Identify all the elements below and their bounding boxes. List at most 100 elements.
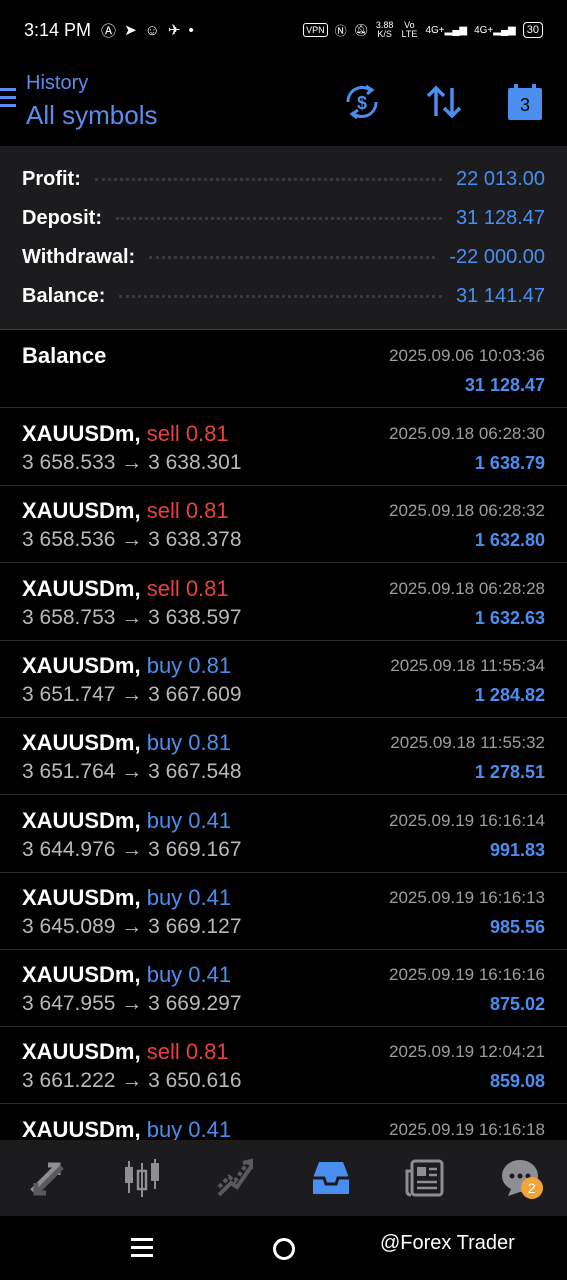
deal-row[interactable]: XAUUSDm, buy 0.41 3 645.089 → 3 669.127 20… bbox=[0, 872, 567, 950]
currency-filter-button[interactable]: $ bbox=[340, 80, 384, 124]
deal-profit: 991.83 bbox=[489, 839, 545, 860]
trade-icon bbox=[217, 1158, 254, 1197]
deal-symbol: XAUUSDm, buy 0.41 bbox=[22, 1117, 231, 1143]
mute-icon: 🔕︎ bbox=[353, 23, 369, 37]
deal-row[interactable]: XAUUSDm, sell 0.81 3 658.533 → 3 638.301 2… bbox=[0, 409, 567, 486]
deal-type: sell 0.81 bbox=[146, 421, 229, 446]
chart-icon bbox=[124, 1159, 159, 1197]
notification-icons: Ⓐ ➤ ☺ ✈ • bbox=[101, 20, 194, 41]
deal-symbol: XAUUSDm, buy 0.41 bbox=[22, 962, 231, 988]
net-type-2: 4G+ bbox=[474, 24, 494, 36]
signal-icon-1: 4G+▂▄▆ bbox=[425, 24, 468, 36]
deal-type: buy 0.41 bbox=[146, 807, 232, 833]
nfc-icon: Ⓝ bbox=[334, 23, 347, 38]
status-time: 3:14 PM bbox=[24, 19, 92, 40]
menu-icon[interactable] bbox=[0, 88, 16, 110]
deal-type: buy 0.81 bbox=[146, 730, 232, 756]
volte-icon: Vo LTE bbox=[401, 20, 418, 39]
svg-text:$: $ bbox=[357, 93, 367, 113]
header: History All symbols $ 3 bbox=[0, 60, 567, 146]
deal-symbol: XAUUSDm, buy 0.41 bbox=[22, 885, 231, 911]
deal-profit: 1 632.63 bbox=[474, 607, 545, 628]
dotted-leader bbox=[119, 294, 443, 298]
deal-time: 2025.09.18 06:28:32 bbox=[389, 501, 545, 521]
deal-prices: 3 658.533 → 3 638.301 bbox=[22, 451, 242, 474]
deal-profit: 1 632.80 bbox=[474, 530, 545, 551]
symbol-name: XAUUSDm, bbox=[22, 730, 141, 756]
tab-chart[interactable] bbox=[117, 1153, 167, 1203]
deal-profit: 859.08 bbox=[489, 1071, 545, 1092]
telegram-icon: ➤ bbox=[124, 22, 137, 39]
summary-value: -22 000.00 bbox=[449, 245, 545, 268]
dotted-leader bbox=[116, 216, 443, 220]
summary-deposit-row: Deposit: 31 128.47 bbox=[22, 203, 545, 233]
deal-row[interactable]: XAUUSDm, sell 0.81 3 658.753 → 3 638.597 2… bbox=[0, 563, 567, 641]
symbol-name: XAUUSDm, bbox=[22, 498, 141, 524]
deal-time: 2025.09.19 16:16:18 bbox=[389, 1119, 545, 1139]
tab-news[interactable] bbox=[400, 1153, 450, 1203]
recents-button[interactable] bbox=[131, 1238, 153, 1262]
symbol-name: XAUUSDm, bbox=[22, 575, 141, 601]
tab-quotes[interactable] bbox=[22, 1153, 72, 1203]
deal-time: 2025.09.18 06:28:30 bbox=[389, 424, 545, 443]
summary-panel: Profit: 22 013.00 Deposit: 31 128.47 Wit… bbox=[0, 146, 567, 330]
calendar-button[interactable]: 3 bbox=[503, 80, 547, 124]
deal-time: 2025.09.18 06:28:28 bbox=[389, 578, 545, 598]
deal-prices: 3 647.955 → 3 669.297 bbox=[22, 992, 242, 1016]
watermark: @Forex Trader bbox=[380, 1232, 515, 1254]
summary-withdrawal-row: Withdrawal: -22 000.00 bbox=[22, 242, 545, 272]
vpn-icon: VPN bbox=[303, 23, 328, 37]
net-speed-unit: K/S bbox=[377, 29, 392, 39]
deal-prices: 3 651.764 → 3 667.548 bbox=[22, 760, 242, 784]
deal-symbol: XAUUSDm, sell 0.81 bbox=[22, 1039, 229, 1065]
signal-icon-2: 4G+▂▄▆ bbox=[474, 24, 516, 36]
sort-button[interactable] bbox=[422, 80, 466, 124]
symbol-name: XAUUSDm, bbox=[22, 884, 141, 910]
deal-type: buy 0.41 bbox=[146, 962, 232, 988]
deal-row[interactable]: XAUUSDm, buy 0.81 3 651.747 → 3 667.609 20… bbox=[0, 640, 567, 718]
calendar-day: 3 bbox=[519, 95, 530, 115]
deal-time: 2025.09.18 11:55:34 bbox=[390, 655, 545, 675]
home-button[interactable] bbox=[273, 1238, 295, 1260]
tab-history[interactable] bbox=[306, 1153, 356, 1203]
deal-profit: 1 278.51 bbox=[474, 762, 545, 783]
operation-label: Balance bbox=[22, 343, 107, 368]
deal-type: buy 0.81 bbox=[146, 652, 232, 678]
deal-row[interactable]: XAUUSDm, buy 0.81 3 651.764 → 3 667.548 20… bbox=[0, 718, 567, 796]
summary-label: Balance: bbox=[22, 284, 106, 307]
summary-label: Deposit: bbox=[22, 206, 102, 229]
deal-type: buy 0.41 bbox=[146, 884, 232, 910]
deal-time: 2025.09.19 16:16:13 bbox=[389, 887, 545, 907]
deal-time: 2025.09.19 16:16:16 bbox=[389, 965, 545, 985]
deal-symbol: XAUUSDm, sell 0.81 bbox=[22, 498, 229, 524]
deal-row[interactable]: XAUUSDm, sell 0.81 3 661.222 → 3 650.616 2… bbox=[0, 1027, 567, 1105]
news-icon bbox=[405, 1159, 444, 1197]
sort-arrows-icon bbox=[426, 85, 462, 119]
deal-type: sell 0.81 bbox=[146, 575, 229, 601]
symbol-filter[interactable]: All symbols bbox=[26, 100, 157, 131]
tab-messages[interactable]: 2 bbox=[495, 1153, 545, 1203]
deal-profit: 985.56 bbox=[489, 916, 545, 937]
symbol-name: XAUUSDm, bbox=[22, 962, 141, 988]
deal-row[interactable]: XAUUSDm, buy 0.41 3 647.955 → 3 669.297 20… bbox=[0, 950, 567, 1028]
deal-prices: 3 658.536 → 3 638.378 bbox=[22, 528, 242, 552]
deal-symbol: XAUUSDm, buy 0.81 bbox=[22, 730, 231, 756]
deal-prices: 3 661.222 → 3 650.616 bbox=[22, 1069, 242, 1093]
deal-symbol: XAUUSDm, sell 0.81 bbox=[22, 421, 229, 447]
operation-amount: 31 128.47 bbox=[464, 375, 545, 395]
symbol-name: XAUUSDm, bbox=[22, 807, 141, 833]
tab-trade[interactable] bbox=[211, 1153, 261, 1203]
deal-row[interactable]: XAUUSDm, buy 0.41 3 644.976 → 3 669.167 20… bbox=[0, 795, 567, 873]
history-icon bbox=[312, 1162, 349, 1194]
balance-operation-row[interactable]: Balance 2025.09.06 10:03:36 31 128.47 bbox=[0, 331, 567, 408]
summary-label: Profit: bbox=[22, 167, 81, 190]
deal-profit: 1 284.82 bbox=[474, 684, 545, 705]
snapchat-icon: ☺ bbox=[144, 21, 160, 39]
deal-row[interactable]: XAUUSDm, sell 0.81 3 658.536 → 3 638.378 2… bbox=[0, 486, 567, 564]
deal-symbol: XAUUSDm, sell 0.81 bbox=[22, 576, 229, 602]
symbol-name: XAUUSDm, bbox=[22, 1039, 141, 1065]
currency-swap-icon: $ bbox=[346, 84, 378, 120]
status-bar: 3:14 PM Ⓐ ➤ ☺ ✈ • VPN Ⓝ 🔕︎ 3.88 K/S Vo LT… bbox=[0, 0, 567, 60]
deal-profit: 875.02 bbox=[489, 994, 545, 1015]
symbol-name: XAUUSDm, bbox=[22, 421, 141, 446]
